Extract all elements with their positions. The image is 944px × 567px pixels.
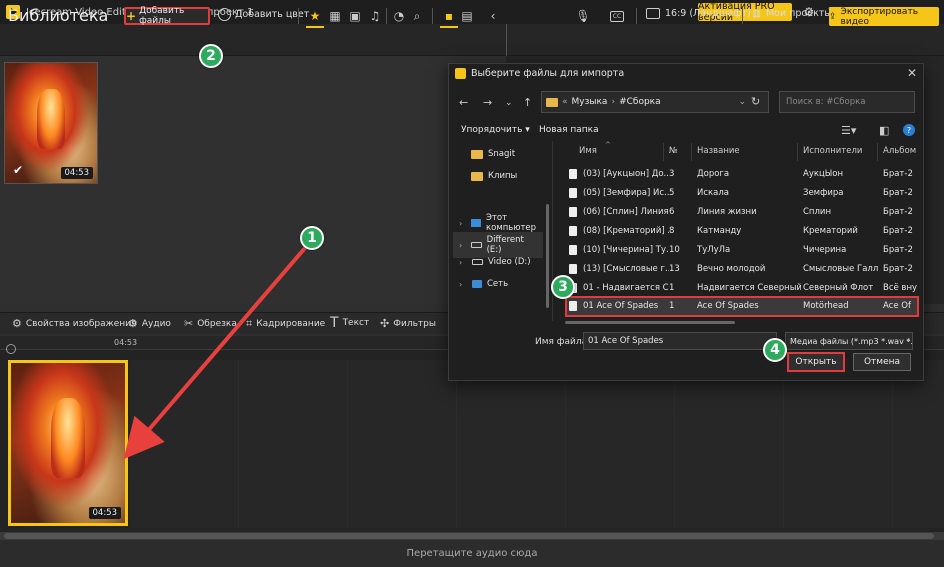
step-marker-2: 2 <box>199 44 223 68</box>
annotation-arrow <box>123 246 307 460</box>
step-marker-3: 3 <box>551 275 575 299</box>
step-marker-1: 1 <box>300 226 324 250</box>
step-marker-4: 4 <box>763 338 787 362</box>
app-window: Icecream Video Editor 3.24 – Мой проект … <box>0 0 944 567</box>
